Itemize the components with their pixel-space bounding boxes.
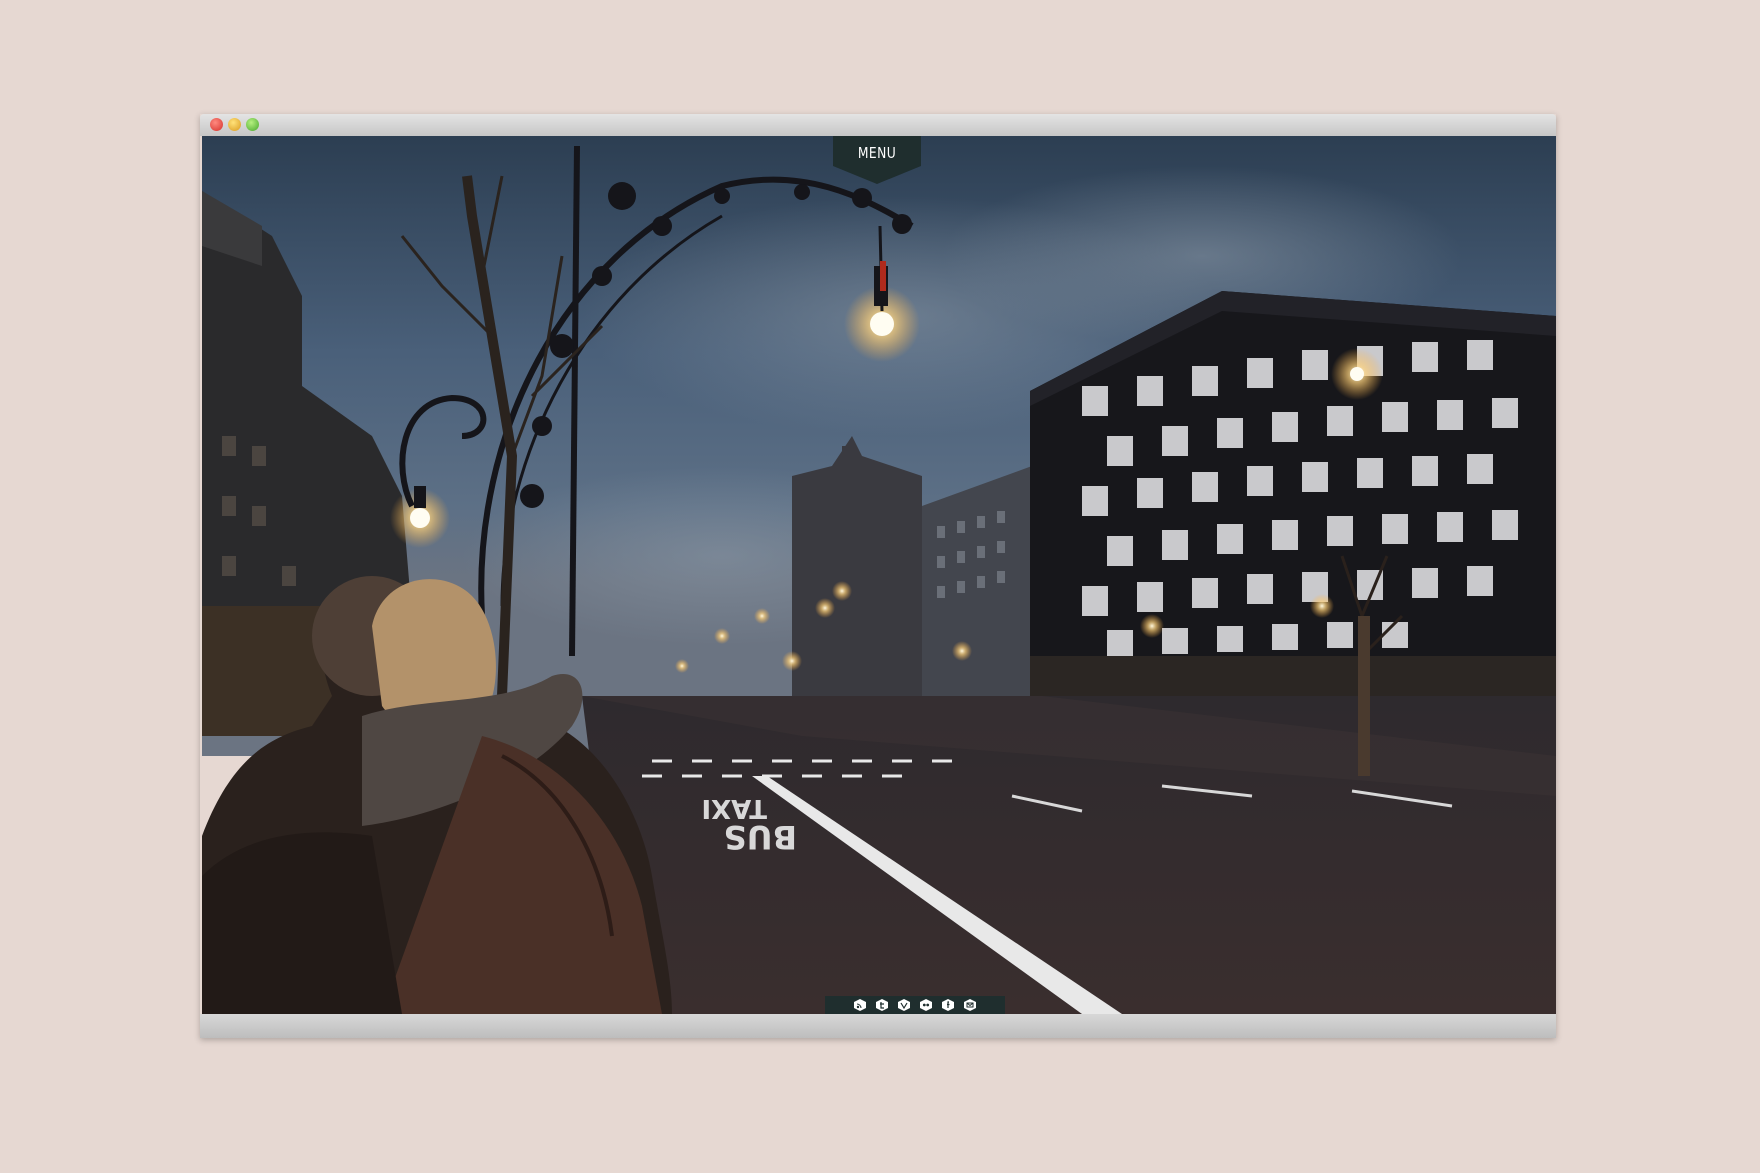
vimeo-icon[interactable]: [896, 997, 912, 1013]
road-marking-bus: BUS: [724, 818, 797, 856]
hero-background-photo: TAXI BUS: [202, 136, 1556, 1014]
flickr-icon[interactable]: [918, 997, 934, 1013]
rss-icon[interactable]: [852, 997, 868, 1013]
facebook-icon[interactable]: [940, 997, 956, 1013]
page-viewport: TAXI BUS MENU: [202, 136, 1556, 1014]
email-icon[interactable]: [962, 997, 978, 1013]
browser-window: TAXI BUS MENU: [200, 114, 1556, 1038]
close-window-button[interactable]: [210, 118, 223, 131]
zoom-window-button[interactable]: [246, 118, 259, 131]
window-bottom-bar: [200, 1014, 1556, 1038]
menu-button[interactable]: MENU: [841, 144, 913, 162]
minimize-window-button[interactable]: [228, 118, 241, 131]
title-bar: [200, 114, 1556, 136]
social-links-bar: [825, 996, 1005, 1014]
twitter-icon[interactable]: [874, 997, 890, 1013]
